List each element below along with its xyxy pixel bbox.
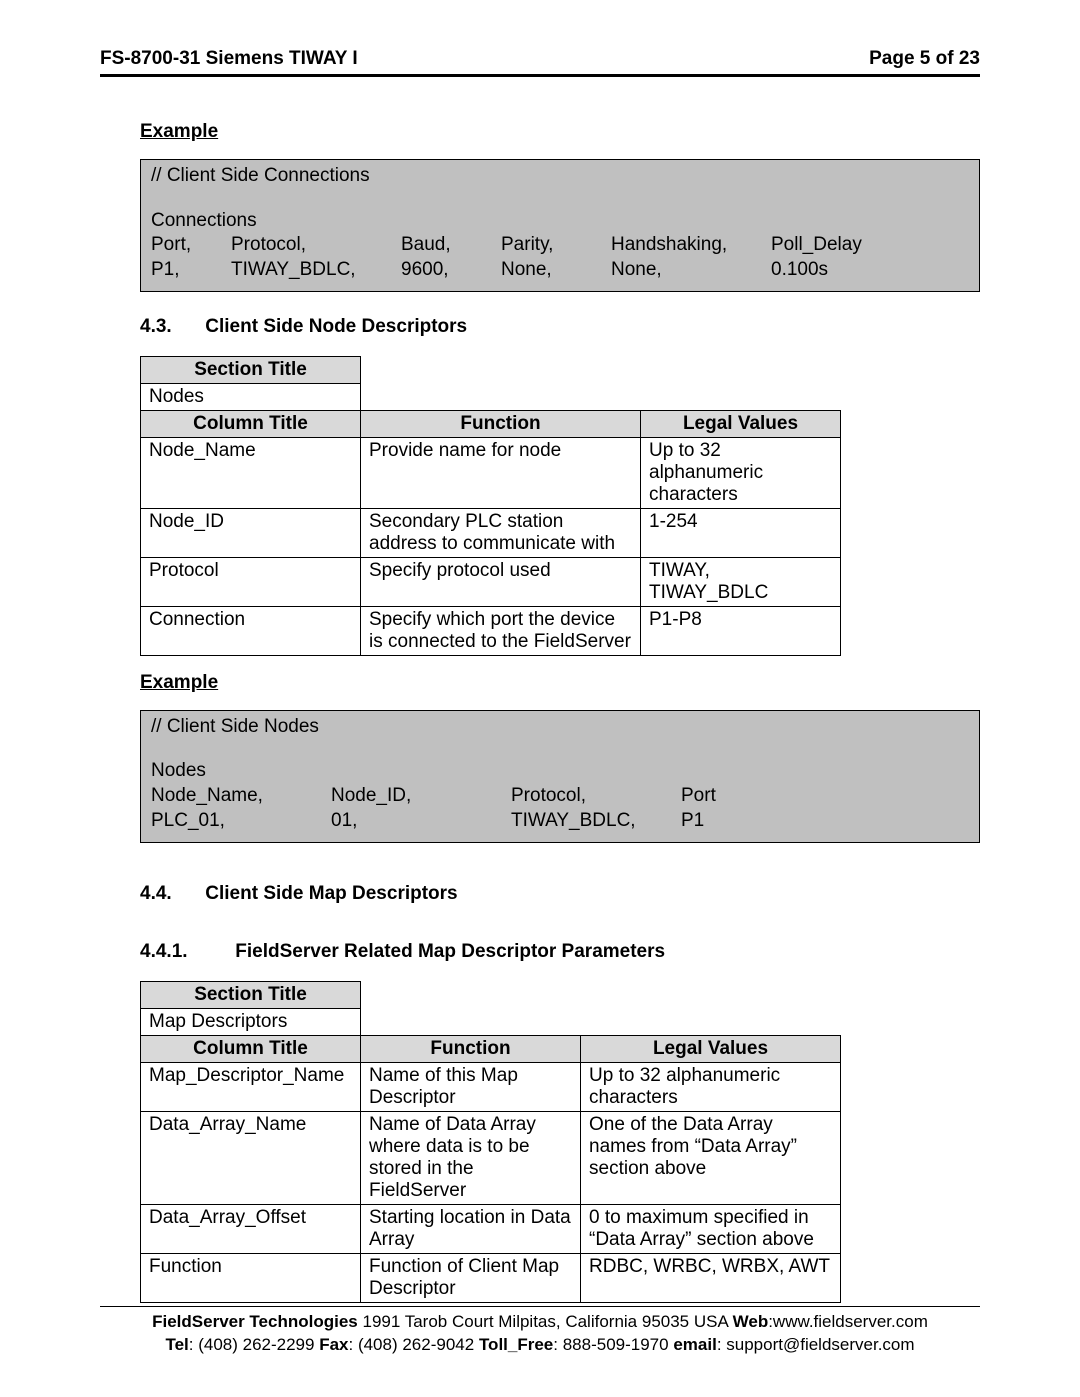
code-section: Nodes xyxy=(151,759,969,784)
table-row: Data_Array_OffsetStarting location in Da… xyxy=(141,1204,841,1253)
table-node-descriptors: Section Title Nodes Column Title Functio… xyxy=(140,356,841,656)
code-section: Connections xyxy=(151,209,969,234)
td-section-value: Map Descriptors xyxy=(141,1008,361,1035)
th-function: Function xyxy=(361,1035,581,1062)
code-header-row: Port, Protocol, Baud, Parity, Handshakin… xyxy=(151,233,969,258)
code-value-row: P1, TIWAY_BDLC, 9600, None, None, 0.100s xyxy=(151,258,969,283)
table-row: Map_Descriptor_NameName of this Map Desc… xyxy=(141,1062,841,1111)
table-row: Node_IDSecondary PLC station address to … xyxy=(141,508,841,557)
th-legal: Legal Values xyxy=(581,1035,841,1062)
example-label-1: Example xyxy=(140,121,980,143)
code-block-connections: // Client Side Connections Connections P… xyxy=(140,159,980,292)
header-right: Page 5 of 23 xyxy=(869,48,980,70)
th-function: Function xyxy=(361,410,641,437)
page-content: Example // Client Side Connections Conne… xyxy=(100,77,980,1303)
page-footer: FieldServer Technologies 1991 Tarob Cour… xyxy=(100,1306,980,1357)
th-legal: Legal Values xyxy=(641,410,841,437)
code-header-row: Node_Name, Node_ID, Protocol, Port xyxy=(151,784,969,809)
code-comment: // Client Side Connections xyxy=(151,164,969,189)
heading-4-4: 4.4. Client Side Map Descriptors xyxy=(140,883,980,905)
heading-4-3: 4.3. Client Side Node Descriptors xyxy=(140,316,980,338)
header-left: FS-8700-31 Siemens TIWAY I xyxy=(100,48,358,70)
table-map-descriptors: Section Title Map Descriptors Column Tit… xyxy=(140,981,841,1303)
th-column-title: Column Title xyxy=(141,1035,361,1062)
th-section-title: Section Title xyxy=(141,356,361,383)
table-row: FunctionFunction of Client Map Descripto… xyxy=(141,1253,841,1302)
table-row: Node_NameProvide name for nodeUp to 32 a… xyxy=(141,437,841,508)
page-header: FS-8700-31 Siemens TIWAY I Page 5 of 23 xyxy=(100,48,980,77)
table-row: ProtocolSpecify protocol usedTIWAY, TIWA… xyxy=(141,557,841,606)
th-column-title: Column Title xyxy=(141,410,361,437)
code-comment: // Client Side Nodes xyxy=(151,715,969,740)
th-section-title: Section Title xyxy=(141,981,361,1008)
heading-4-4-1: 4.4.1. FieldServer Related Map Descripto… xyxy=(140,941,980,963)
table-row: ConnectionSpecify which port the device … xyxy=(141,606,841,655)
td-section-value: Nodes xyxy=(141,383,361,410)
code-block-nodes: // Client Side Nodes Nodes Node_Name, No… xyxy=(140,710,980,843)
example-label-2: Example xyxy=(140,672,980,694)
code-value-row: PLC_01, 01, TIWAY_BDLC, P1 xyxy=(151,809,969,834)
table-row: Data_Array_NameName of Data Array where … xyxy=(141,1111,841,1204)
